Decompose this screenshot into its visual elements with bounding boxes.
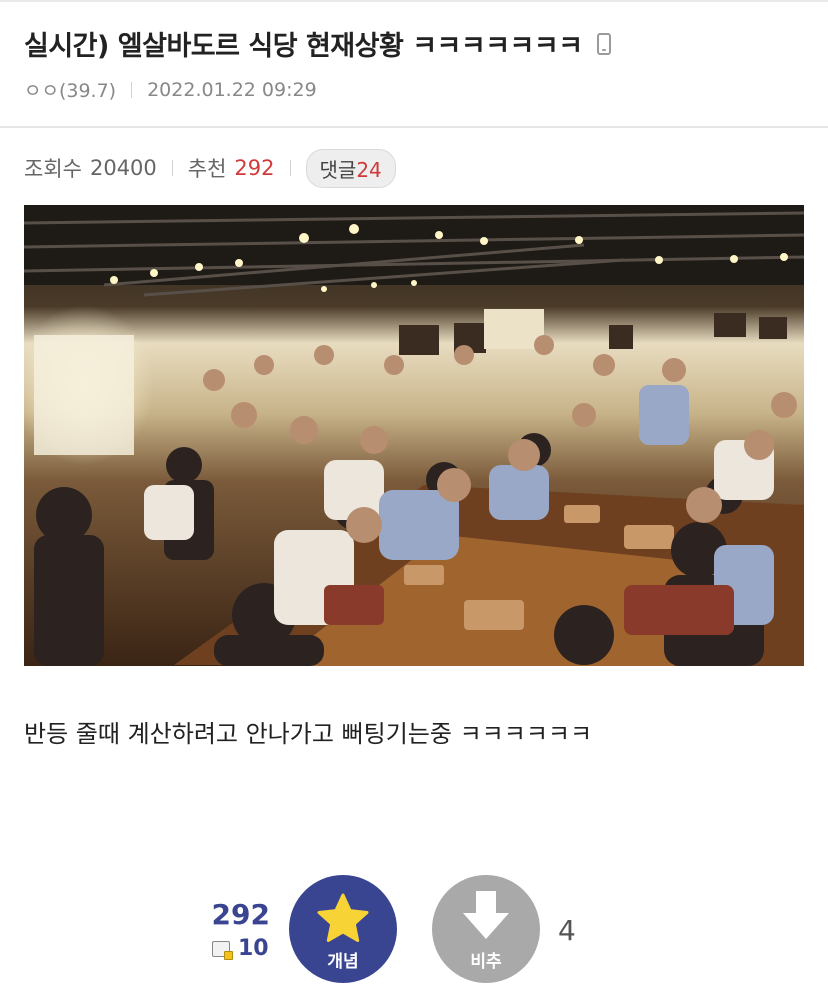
post-body: 반등 줄때 계산하려고 안나가고 뻐팅기는중 ㅋㅋㅋㅋㅋㅋ: [24, 720, 593, 748]
author-name[interactable]: ㅇㅇ(39.7): [24, 76, 116, 103]
upvote-count: 292: [211, 898, 270, 931]
fixed-recommend-count: 10: [238, 936, 269, 961]
post-title: 실시간) 엘살바도르 식당 현재상황 ㅋㅋㅋㅋㅋㅋㅋ: [24, 31, 583, 62]
post-stats: 조회수 20400 추천 292 댓글24: [24, 148, 396, 188]
fixed-recommend-icon: [212, 940, 233, 960]
mobile-phone-icon: [596, 32, 611, 55]
post-image: [24, 205, 804, 666]
comments-button[interactable]: 댓글24: [305, 148, 396, 188]
stats-separator: [289, 160, 291, 176]
comments-count: 24: [356, 157, 382, 182]
views-label: 조회수: [24, 157, 82, 181]
upvote-button[interactable]: 개념: [289, 875, 397, 983]
vote-area: 292 10 개념 비추 4: [0, 872, 828, 992]
downvote-button[interactable]: 비추: [432, 875, 540, 983]
recommend-count: 292: [234, 156, 275, 180]
downvote-count: 4: [558, 914, 576, 947]
post-meta: ㅇㅇ(39.7) 2022.01.22 09:29: [24, 76, 317, 103]
comments-label: 댓글: [319, 157, 357, 182]
stats-separator: [171, 160, 173, 176]
top-divider: [0, 0, 828, 2]
upvote-label: 개념: [327, 952, 359, 972]
post-datetime: 2022.01.22 09:29: [147, 78, 317, 101]
meta-separator: [131, 81, 133, 98]
restaurant-photo: [24, 205, 804, 666]
post-header: 실시간) 엘살바도르 식당 현재상황 ㅋㅋㅋㅋㅋㅋㅋ: [24, 24, 611, 63]
header-divider: [0, 126, 828, 128]
recommend-label: 추천: [187, 157, 227, 181]
fixed-recommend: 10: [212, 936, 269, 961]
downvote-label: 비추: [470, 952, 502, 972]
views-count: 20400: [89, 156, 157, 180]
